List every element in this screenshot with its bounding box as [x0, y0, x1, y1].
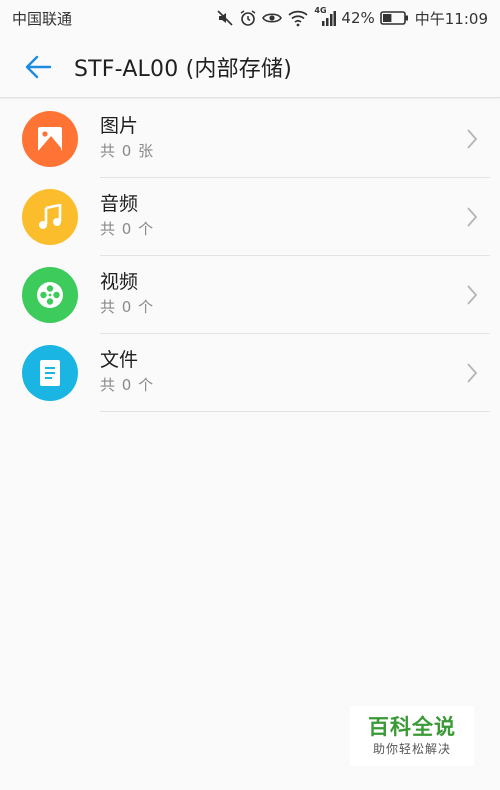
watermark-title: 百科全说 — [368, 715, 456, 739]
list-item-video[interactable]: 视频 共 0 个 — [0, 256, 500, 334]
clock: 中午11:09 — [414, 9, 488, 28]
list-item-count: 共 0 个 — [100, 376, 155, 394]
battery-percent: 42% — [341, 9, 375, 27]
app-bar: STF-AL00 (内部存储) — [0, 36, 500, 98]
chevron-right-icon — [467, 363, 478, 383]
list-item-count: 共 0 个 — [100, 298, 155, 316]
list-item-text: 文件 共 0 个 — [100, 347, 154, 397]
list-item-images[interactable]: 图片 共 0 张 — [0, 100, 500, 178]
wifi-icon — [287, 9, 309, 27]
chevron-right-icon — [467, 285, 478, 305]
list-item-title: 视频 — [100, 271, 139, 293]
status-icons: 4G 42% 中午11:09 — [216, 6, 488, 29]
page-title: STF-AL00 (内部存储) — [74, 56, 292, 82]
network-type-label: 4G — [314, 6, 327, 15]
alarm-icon — [239, 9, 257, 27]
chevron-right-icon — [467, 129, 478, 149]
image-icon — [22, 111, 78, 167]
film-reel-icon — [22, 267, 78, 323]
list-item-documents[interactable]: 文件 共 0 个 — [0, 334, 500, 412]
list-item-text: 图片 共 0 张 — [100, 113, 154, 163]
carrier-label: 中国联通 — [12, 9, 73, 28]
signal-icon: 4G — [314, 6, 337, 27]
battery-icon — [379, 10, 410, 26]
mute-icon — [216, 9, 234, 27]
arrow-left-icon — [25, 55, 52, 78]
music-note-icon — [22, 189, 78, 245]
back-button[interactable] — [0, 36, 74, 98]
list-item-text: 音频 共 0 个 — [100, 191, 154, 241]
category-list: 图片 共 0 张 音频 共 0 个 视频 共 0 个 文件 共 0 个 — [0, 100, 500, 412]
chevron-right-icon — [467, 207, 478, 227]
divider — [100, 411, 490, 412]
status-bar: 中国联通 4G 42% 中午11:09 — [0, 0, 500, 36]
eye-icon — [262, 10, 283, 26]
list-item-title: 音频 — [100, 193, 139, 215]
list-item-text: 视频 共 0 个 — [100, 269, 154, 319]
list-item-count: 共 0 张 — [100, 142, 155, 160]
list-item-audio[interactable]: 音频 共 0 个 — [0, 178, 500, 256]
document-icon — [22, 345, 78, 401]
list-item-title: 图片 — [100, 115, 139, 137]
list-item-count: 共 0 个 — [100, 220, 155, 238]
watermark-subtitle: 助你轻松解决 — [372, 742, 451, 756]
list-item-title: 文件 — [100, 349, 139, 371]
watermark-logo: 百科全说 助你轻松解决 — [350, 706, 474, 766]
